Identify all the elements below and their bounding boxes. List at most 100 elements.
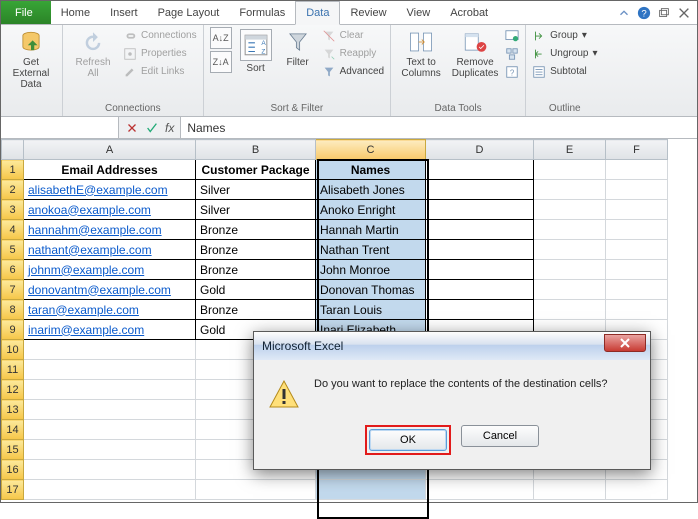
refresh-all-button[interactable]: Refresh All bbox=[69, 27, 117, 79]
cell[interactable]: Bronze bbox=[196, 240, 316, 260]
filter-button[interactable]: Filter bbox=[280, 27, 316, 68]
row-header[interactable]: 4 bbox=[2, 220, 24, 240]
cell[interactable]: Gold bbox=[196, 280, 316, 300]
col-header-f[interactable]: F bbox=[606, 140, 668, 160]
row-header[interactable]: 2 bbox=[2, 180, 24, 200]
cell[interactable] bbox=[534, 200, 606, 220]
dialog-title-bar[interactable]: Microsoft Excel bbox=[254, 332, 650, 360]
row-header[interactable]: 15 bbox=[2, 440, 24, 460]
cell[interactable]: Customer Package bbox=[196, 160, 316, 180]
cell[interactable]: Nathan Trent bbox=[316, 240, 426, 260]
col-header-c[interactable]: C bbox=[316, 140, 426, 160]
row-header[interactable]: 10 bbox=[2, 340, 24, 360]
cell[interactable]: alisabethE@example.com bbox=[24, 180, 196, 200]
tab-data[interactable]: Data bbox=[295, 1, 340, 25]
cell[interactable] bbox=[606, 220, 668, 240]
enter-icon[interactable] bbox=[145, 121, 159, 135]
cell[interactable]: inarim@example.com bbox=[24, 320, 196, 340]
cell[interactable]: donovantm@example.com bbox=[24, 280, 196, 300]
cell[interactable]: johnm@example.com bbox=[24, 260, 196, 280]
group-button[interactable]: Group ▾ bbox=[532, 27, 597, 45]
tab-formulas[interactable]: Formulas bbox=[229, 1, 295, 24]
cell[interactable] bbox=[606, 300, 668, 320]
cell[interactable] bbox=[606, 280, 668, 300]
ok-button[interactable]: OK bbox=[369, 429, 447, 451]
tab-acrobat[interactable]: Acrobat bbox=[440, 1, 498, 24]
row-header[interactable]: 14 bbox=[2, 420, 24, 440]
tab-home[interactable]: Home bbox=[51, 1, 100, 24]
cell[interactable]: Bronze bbox=[196, 300, 316, 320]
row-header[interactable]: 16 bbox=[2, 460, 24, 480]
cell[interactable]: Alisabeth Jones bbox=[316, 180, 426, 200]
sort-asc-button[interactable]: A↓Z bbox=[210, 27, 232, 49]
cell[interactable]: Bronze bbox=[196, 220, 316, 240]
cell[interactable]: John Monroe bbox=[316, 260, 426, 280]
row-header[interactable]: 17 bbox=[2, 480, 24, 500]
cell[interactable]: Donovan Thomas bbox=[316, 280, 426, 300]
cell[interactable] bbox=[426, 160, 534, 180]
window-close-icon[interactable] bbox=[677, 6, 691, 20]
col-header-b[interactable]: B bbox=[196, 140, 316, 160]
cell[interactable] bbox=[426, 180, 534, 200]
cell[interactable] bbox=[534, 160, 606, 180]
row-header[interactable]: 11 bbox=[2, 360, 24, 380]
consolidate-button[interactable] bbox=[505, 45, 519, 63]
cell[interactable]: Silver bbox=[196, 200, 316, 220]
cell[interactable] bbox=[426, 300, 534, 320]
whatif-button[interactable]: ? bbox=[505, 63, 519, 81]
row-header[interactable]: 9 bbox=[2, 320, 24, 340]
remove-duplicates-button[interactable]: Remove Duplicates bbox=[451, 27, 499, 79]
tab-page-layout[interactable]: Page Layout bbox=[148, 1, 230, 24]
cell[interactable]: hannahm@example.com bbox=[24, 220, 196, 240]
cell[interactable] bbox=[426, 240, 534, 260]
tab-insert[interactable]: Insert bbox=[100, 1, 148, 24]
cell[interactable] bbox=[606, 180, 668, 200]
sort-desc-button[interactable]: Z↓A bbox=[210, 51, 232, 73]
row-header[interactable]: 3 bbox=[2, 200, 24, 220]
row-header[interactable]: 6 bbox=[2, 260, 24, 280]
sort-button[interactable]: AZ Sort bbox=[238, 27, 274, 74]
cancel-icon[interactable] bbox=[125, 121, 139, 135]
name-box[interactable] bbox=[1, 117, 119, 138]
col-header-d[interactable]: D bbox=[426, 140, 534, 160]
window-restore-icon[interactable] bbox=[657, 6, 671, 20]
cell[interactable]: Bronze bbox=[196, 260, 316, 280]
connections-button[interactable]: Connections bbox=[123, 27, 197, 45]
cell[interactable] bbox=[426, 200, 534, 220]
dialog-close-button[interactable] bbox=[604, 334, 646, 352]
cell[interactable] bbox=[534, 300, 606, 320]
tab-file[interactable]: File bbox=[1, 1, 51, 24]
fx-icon[interactable]: fx bbox=[165, 121, 174, 135]
col-header-e[interactable]: E bbox=[534, 140, 606, 160]
subtotal-button[interactable]: Subtotal bbox=[532, 63, 597, 81]
row-header[interactable]: 7 bbox=[2, 280, 24, 300]
cell[interactable]: nathant@example.com bbox=[24, 240, 196, 260]
cell[interactable]: anokoa@example.com bbox=[24, 200, 196, 220]
cell[interactable] bbox=[534, 280, 606, 300]
row-header[interactable]: 12 bbox=[2, 380, 24, 400]
row-header[interactable]: 8 bbox=[2, 300, 24, 320]
advanced-button[interactable]: Advanced bbox=[322, 63, 384, 81]
cell[interactable] bbox=[606, 240, 668, 260]
cell[interactable]: Anoko Enright bbox=[316, 200, 426, 220]
reapply-button[interactable]: Reapply bbox=[322, 45, 384, 63]
select-all-corner[interactable] bbox=[2, 140, 24, 160]
cell[interactable] bbox=[606, 260, 668, 280]
tab-review[interactable]: Review bbox=[340, 1, 396, 24]
cell[interactable]: Email Addresses bbox=[24, 160, 196, 180]
cell[interactable] bbox=[426, 220, 534, 240]
cancel-button[interactable]: Cancel bbox=[461, 425, 539, 447]
text-to-columns-button[interactable]: Text to Columns bbox=[397, 27, 445, 79]
cell[interactable] bbox=[534, 180, 606, 200]
cell[interactable] bbox=[606, 200, 668, 220]
tab-view[interactable]: View bbox=[397, 1, 441, 24]
cell[interactable] bbox=[606, 160, 668, 180]
cell[interactable]: Names bbox=[316, 160, 426, 180]
cell[interactable]: Hannah Martin bbox=[316, 220, 426, 240]
clear-button[interactable]: Clear bbox=[322, 27, 384, 45]
cell[interactable] bbox=[534, 240, 606, 260]
cell[interactable]: taran@example.com bbox=[24, 300, 196, 320]
cell[interactable]: Taran Louis bbox=[316, 300, 426, 320]
cell[interactable] bbox=[534, 260, 606, 280]
row-header[interactable]: 1 bbox=[2, 160, 24, 180]
